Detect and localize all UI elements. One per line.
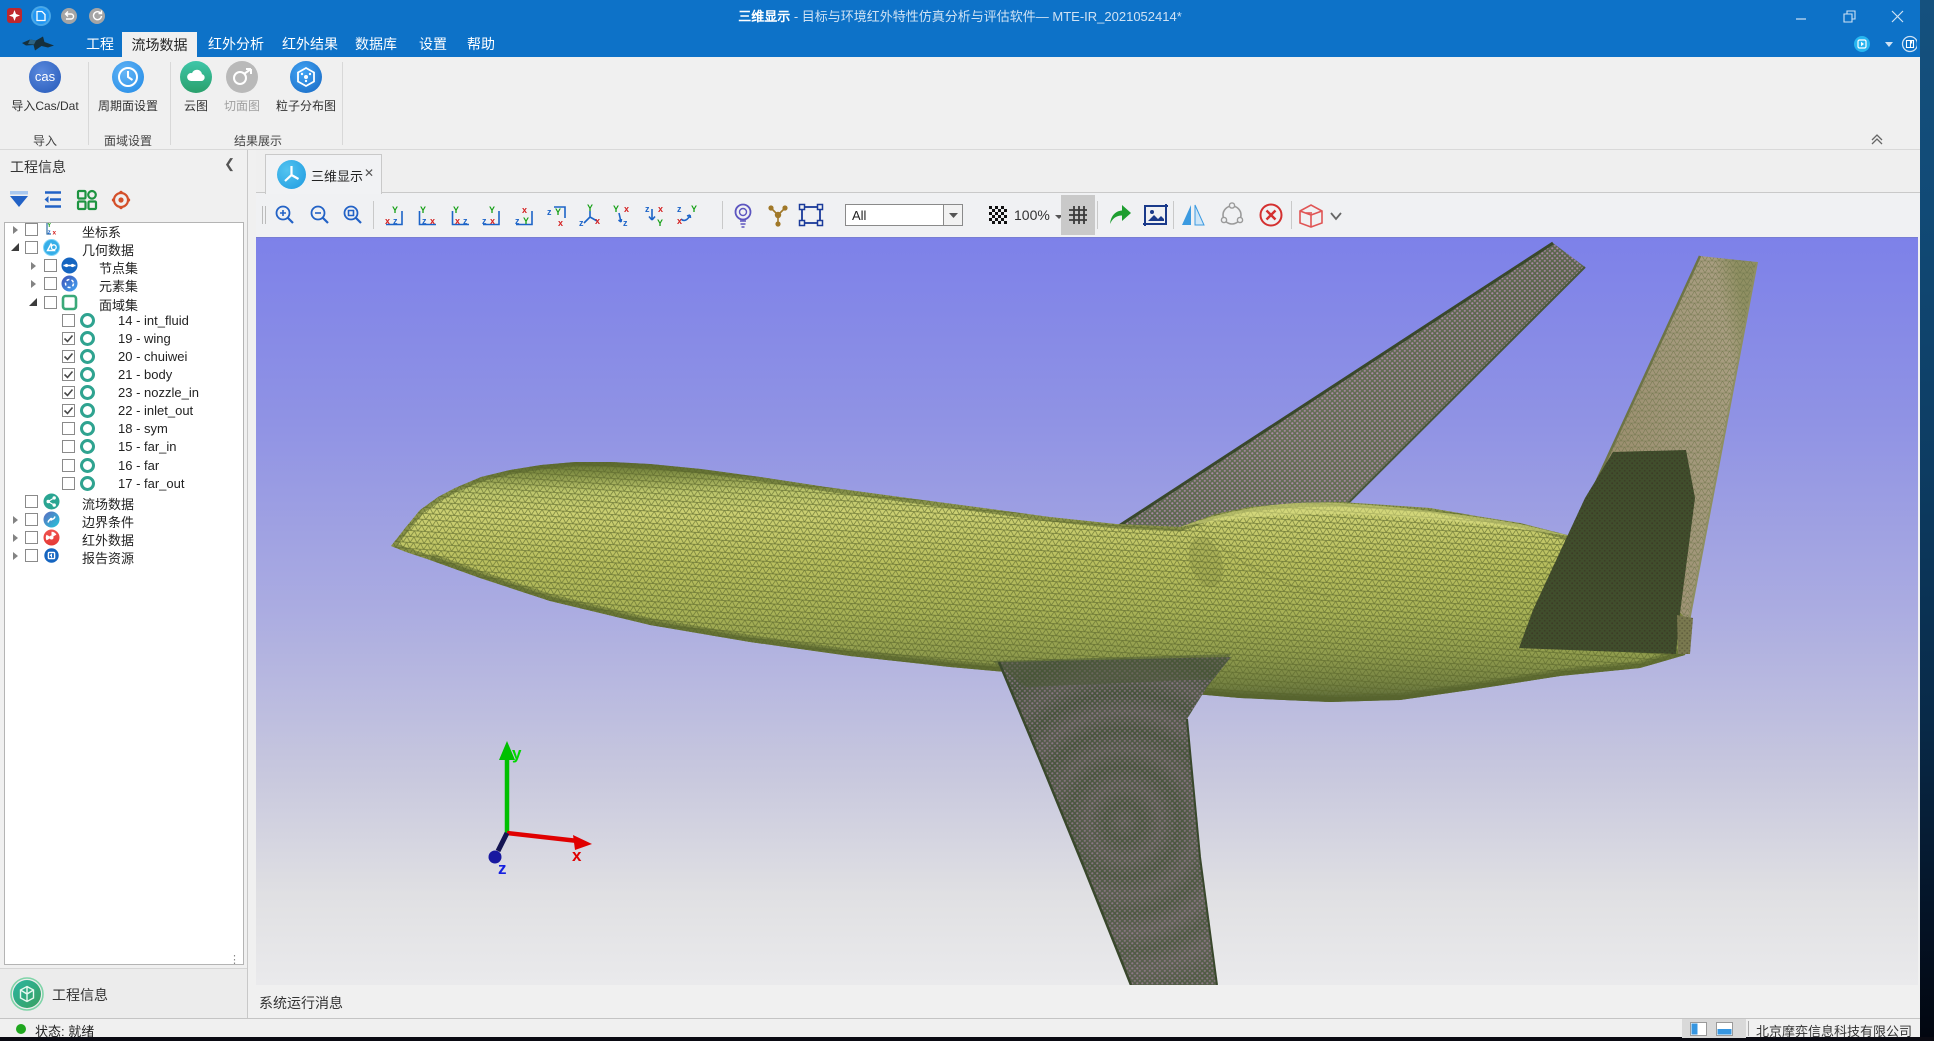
svg-text:z: z bbox=[463, 216, 468, 226]
svg-text:x: x bbox=[53, 230, 57, 237]
svg-text:y: y bbox=[512, 744, 522, 763]
svg-text:z: z bbox=[422, 216, 427, 226]
svg-text:Y: Y bbox=[47, 223, 51, 229]
svg-text:z: z bbox=[393, 216, 398, 226]
svg-text:Y: Y bbox=[555, 207, 561, 217]
svg-text:x: x bbox=[558, 218, 563, 227]
svg-text:z: z bbox=[547, 207, 552, 217]
svg-text:z: z bbox=[579, 218, 584, 227]
svg-text:x: x bbox=[522, 205, 527, 215]
svg-text:x: x bbox=[595, 216, 600, 226]
svg-text:z: z bbox=[498, 859, 507, 878]
svg-text:x: x bbox=[677, 216, 682, 226]
svg-text:Y: Y bbox=[587, 203, 593, 213]
svg-text:z: z bbox=[515, 216, 520, 226]
svg-text:x: x bbox=[430, 216, 435, 226]
svg-text:x: x bbox=[385, 216, 390, 226]
svg-text:Y: Y bbox=[453, 205, 459, 215]
svg-text:Y: Y bbox=[657, 218, 663, 227]
svg-text:x: x bbox=[658, 204, 663, 214]
svg-text:Y: Y bbox=[523, 216, 529, 226]
svg-text:Y: Y bbox=[691, 204, 697, 214]
svg-text:z: z bbox=[677, 204, 682, 214]
svg-text:x: x bbox=[455, 216, 460, 226]
svg-text:Y: Y bbox=[420, 205, 426, 215]
svg-text:z: z bbox=[645, 204, 650, 214]
svg-text:Y: Y bbox=[613, 204, 619, 214]
svg-text:Y: Y bbox=[489, 205, 495, 215]
svg-text:z: z bbox=[48, 230, 51, 236]
svg-text:z: z bbox=[482, 216, 487, 226]
svg-text:x: x bbox=[624, 204, 629, 214]
svg-text:x: x bbox=[490, 216, 495, 226]
svg-text:x: x bbox=[572, 846, 582, 865]
svg-text:Y: Y bbox=[392, 205, 398, 215]
svg-text:z: z bbox=[623, 218, 628, 227]
